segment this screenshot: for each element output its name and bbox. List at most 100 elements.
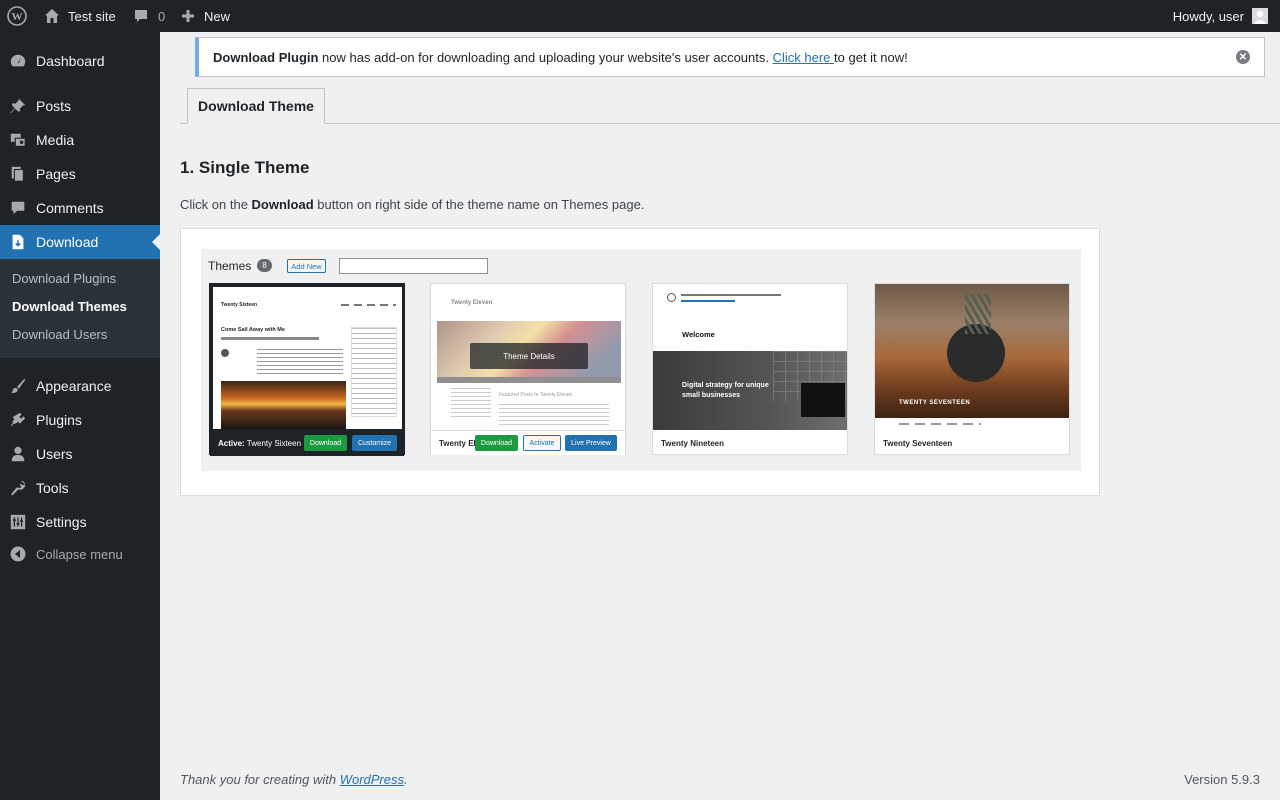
plugin-icon bbox=[8, 410, 28, 430]
desc-before: Click on the bbox=[180, 197, 252, 212]
dashboard-icon bbox=[8, 51, 28, 71]
new-label: New bbox=[204, 8, 231, 24]
preview-hero-image: Digital strategy for unique small busine… bbox=[653, 351, 847, 430]
menu-item-users[interactable]: Users bbox=[0, 437, 160, 471]
tab-divider bbox=[180, 123, 1280, 124]
menu-item-posts[interactable]: Posts bbox=[0, 89, 160, 123]
comments-count: 0 bbox=[158, 8, 166, 24]
settings-icon bbox=[8, 512, 28, 532]
site-name-link[interactable]: Test site bbox=[44, 0, 116, 32]
theme-name-twenty-seventeen: Twenty Seventeen bbox=[883, 439, 953, 448]
submenu-item-download-themes[interactable]: Download Themes bbox=[12, 299, 127, 314]
preview-logo-icon bbox=[667, 293, 676, 302]
menu-label-comments: Comments bbox=[36, 200, 104, 216]
new-content-link[interactable]: New bbox=[181, 0, 230, 32]
theme-name-twenty-eleven: Twenty Eleven bbox=[439, 439, 477, 448]
menu-label-users: Users bbox=[36, 446, 73, 462]
preview-avatar bbox=[221, 349, 229, 357]
preview-text-block bbox=[257, 349, 343, 375]
menu-item-plugins[interactable]: Plugins bbox=[0, 403, 160, 437]
shot-activate-button: Activate bbox=[523, 435, 561, 451]
preview-monitor bbox=[801, 383, 845, 417]
footer-thanks-after: . bbox=[404, 772, 408, 787]
avatar bbox=[1252, 8, 1268, 24]
plugin-notice: Download Plugin now has add-on for downl… bbox=[195, 37, 1265, 77]
menu-item-comments[interactable]: Comments bbox=[0, 191, 160, 225]
wrench-icon bbox=[8, 478, 28, 498]
menu-item-tools[interactable]: Tools bbox=[0, 471, 160, 505]
user-icon bbox=[8, 444, 28, 464]
footer-version: Version 5.9.3 bbox=[1184, 772, 1260, 787]
media-icon bbox=[8, 130, 28, 150]
wordpress-logo-icon[interactable]: W bbox=[7, 0, 29, 32]
menu-item-settings[interactable]: Settings bbox=[0, 505, 160, 539]
preview-tagline: Digital strategy for unique small busine… bbox=[682, 382, 769, 399]
shot-themes-title: Themes bbox=[208, 259, 252, 273]
theme-card-twenty-sixteen: Twenty Sixteen Come Sail Away with Me Ac… bbox=[209, 283, 405, 456]
preview-heading: Featured Posts In Twenty Eleven bbox=[499, 392, 573, 398]
plus-icon bbox=[181, 9, 195, 23]
menu-item-dashboard[interactable]: Dashboard bbox=[0, 44, 160, 78]
screenshot-card: Themes 8 Add New Twenty Sixteen Come Sai… bbox=[180, 228, 1100, 496]
admin-bar: W Test site 0 New Howdy, user bbox=[0, 0, 1280, 32]
theme-preview-twenty-eleven: Twenty Eleven Featured Posts In Twenty E… bbox=[431, 284, 625, 430]
tab-download-theme[interactable]: Download Theme bbox=[187, 88, 325, 124]
menu-item-pages[interactable]: Pages bbox=[0, 157, 160, 191]
desc-strong: Download bbox=[251, 197, 314, 212]
notice-link[interactable]: Click here bbox=[773, 50, 834, 65]
menu-label-tools: Tools bbox=[36, 480, 69, 496]
collapse-menu-label: Collapse menu bbox=[36, 546, 123, 562]
download-submenu: Download Plugins Download Themes Downloa… bbox=[0, 259, 160, 358]
comment-bubble-icon bbox=[133, 8, 149, 24]
download-doc-icon bbox=[8, 232, 28, 252]
pin-icon bbox=[8, 96, 28, 116]
brush-icon bbox=[8, 376, 28, 396]
desc-after: button on right side of the theme name o… bbox=[313, 197, 645, 212]
account-menu[interactable]: Howdy, user bbox=[1173, 0, 1268, 32]
footer-thanks: Thank you for creating with WordPress. bbox=[180, 772, 408, 787]
menu-item-download[interactable]: Download bbox=[0, 225, 160, 259]
shot-search-input bbox=[339, 258, 488, 274]
menu-label-download: Download bbox=[36, 234, 99, 250]
comments-link[interactable]: 0 bbox=[133, 0, 165, 32]
menu-label-appearance: Appearance bbox=[36, 378, 112, 394]
preview-sunset-image bbox=[221, 381, 346, 429]
menu-item-appearance[interactable]: Appearance bbox=[0, 369, 160, 403]
pages-icon bbox=[8, 164, 28, 184]
footer-wordpress-link[interactable]: WordPress bbox=[340, 772, 404, 787]
preview-plant-image: TWENTY SEVENTEEN bbox=[875, 284, 1069, 418]
theme-preview-twenty-nineteen: Welcome Digital strategy for unique smal… bbox=[653, 284, 847, 430]
shot-download-button: Download bbox=[475, 435, 518, 451]
preview-menu-bar bbox=[437, 377, 621, 383]
preview-heading: Come Sail Away with Me bbox=[221, 327, 285, 333]
menu-label-dashboard: Dashboard bbox=[36, 53, 105, 69]
theme-preview-twenty-seventeen: TWENTY SEVENTEEN bbox=[875, 284, 1069, 430]
preview-welcome: Welcome bbox=[682, 330, 715, 339]
greeting-label: Howdy, user bbox=[1172, 8, 1244, 24]
site-name-label: Test site bbox=[68, 8, 116, 24]
theme-preview-twenty-sixteen: Twenty Sixteen Come Sail Away with Me bbox=[213, 287, 402, 429]
menu-label-pages: Pages bbox=[36, 166, 76, 182]
preview-site-title-line bbox=[681, 294, 781, 296]
preview-site-title: Twenty Sixteen bbox=[221, 302, 258, 308]
dismiss-notice-icon[interactable]: ✕ bbox=[1236, 50, 1250, 64]
menu-label-posts: Posts bbox=[36, 98, 72, 114]
menu-label-plugins: Plugins bbox=[36, 412, 82, 428]
comment-icon bbox=[8, 198, 28, 218]
shot-live-preview-button: Live Preview bbox=[565, 435, 617, 451]
active-theme-name: Twenty Sixteen bbox=[246, 439, 302, 448]
submenu-item-download-plugins[interactable]: Download Plugins bbox=[12, 271, 116, 286]
active-theme-label: Active: Twenty Sixteen bbox=[218, 439, 301, 448]
preview-nav bbox=[341, 304, 396, 306]
theme-name-twenty-nineteen: Twenty Nineteen bbox=[661, 439, 724, 448]
preview-site-title: TWENTY SEVENTEEN bbox=[899, 400, 971, 406]
footer-thanks-before: Thank you for creating with bbox=[180, 772, 340, 787]
preview-line bbox=[221, 337, 319, 340]
submenu-item-download-users[interactable]: Download Users bbox=[12, 327, 107, 342]
menu-item-media[interactable]: Media bbox=[0, 123, 160, 157]
menu-label-settings: Settings bbox=[36, 514, 87, 530]
svg-text:W: W bbox=[12, 11, 23, 23]
shot-customize-button: Customize bbox=[352, 435, 397, 451]
collapse-menu-button[interactable]: Collapse menu bbox=[0, 537, 160, 571]
notice-text: Download Plugin now has add-on for downl… bbox=[213, 50, 908, 65]
